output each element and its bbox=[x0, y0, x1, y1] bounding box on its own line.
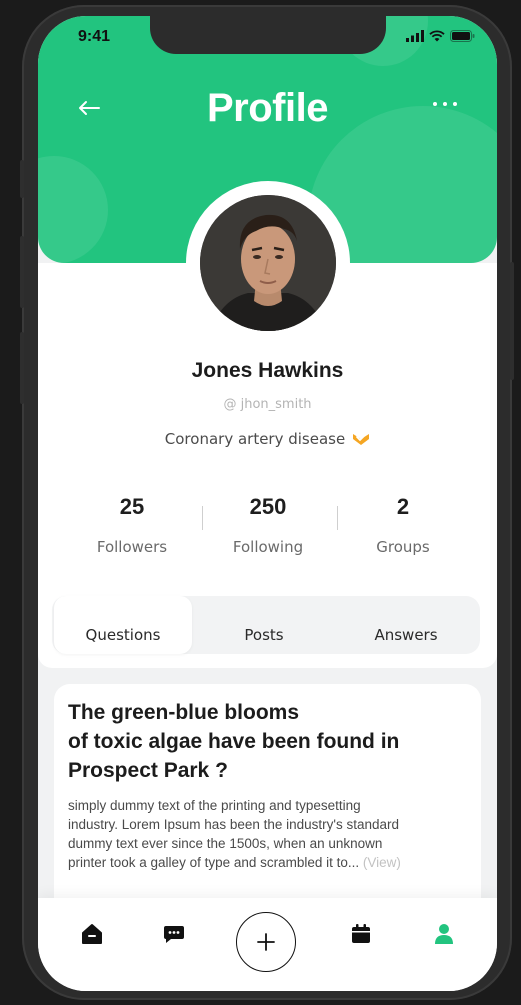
bottom-nav bbox=[38, 898, 497, 991]
question-title: The green-blue blooms of toxic algae hav… bbox=[68, 698, 468, 785]
phone-volume-up bbox=[20, 236, 24, 308]
add-icon bbox=[257, 933, 275, 951]
battery-icon bbox=[450, 30, 475, 42]
phone-mute-switch bbox=[20, 160, 24, 198]
tab-answers[interactable]: Answers bbox=[337, 596, 475, 654]
condition-label: Coronary artery disease bbox=[164, 430, 346, 448]
chat-icon[interactable] bbox=[160, 920, 188, 948]
home-icon[interactable] bbox=[78, 920, 106, 948]
stat-groups[interactable]: 2 Groups bbox=[343, 494, 463, 556]
status-time: 9:41 bbox=[78, 28, 111, 45]
view-link[interactable]: (View) bbox=[363, 855, 401, 870]
phone-power-button bbox=[510, 262, 514, 380]
profile-icon[interactable] bbox=[430, 920, 458, 948]
avatar-frame bbox=[186, 181, 350, 345]
question-title-line: The green-blue blooms bbox=[68, 701, 300, 724]
stat-divider bbox=[337, 506, 338, 530]
avatar[interactable] bbox=[200, 195, 336, 331]
question-excerpt: simply dummy text of the printing and ty… bbox=[68, 796, 468, 872]
verified-badge-icon bbox=[353, 434, 370, 445]
excerpt-line: industry. Lorem Ipsum has been the indus… bbox=[68, 817, 400, 832]
profile-name: Jones Hawkins bbox=[191, 359, 344, 382]
question-title-line: of toxic algae have been found in bbox=[68, 730, 400, 753]
stat-label: Followers bbox=[96, 538, 168, 556]
calendar-icon[interactable] bbox=[347, 920, 375, 948]
signal-icon bbox=[406, 30, 424, 42]
stat-label: Following bbox=[232, 538, 304, 556]
app-screen: 9:41 Profile Jones Hawkins @ jhon_smith … bbox=[38, 16, 497, 991]
stat-value: 250 bbox=[249, 494, 287, 519]
stat-divider bbox=[202, 506, 203, 530]
add-button[interactable] bbox=[236, 912, 296, 972]
header-decoration bbox=[38, 156, 108, 263]
page-title: Profile bbox=[207, 86, 328, 130]
stat-followers[interactable]: 25 Followers bbox=[72, 494, 192, 556]
question-title-line: Prospect Park ? bbox=[68, 759, 228, 782]
wifi-icon bbox=[429, 30, 445, 42]
stat-following[interactable]: 250 Following bbox=[208, 494, 328, 556]
excerpt-line: dummy text ever since the 1500s, when an… bbox=[68, 836, 383, 851]
profile-tabs: Questions Posts Answers bbox=[52, 596, 480, 654]
more-options-icon[interactable] bbox=[433, 102, 457, 106]
excerpt-line: printer took a galley of type and scramb… bbox=[68, 855, 360, 870]
tab-questions[interactable]: Questions bbox=[54, 596, 192, 654]
profile-condition: Coronary artery disease bbox=[38, 430, 497, 448]
excerpt-line: simply dummy text of the printing and ty… bbox=[68, 798, 361, 813]
phone-volume-down bbox=[20, 332, 24, 404]
tab-posts[interactable]: Posts bbox=[195, 596, 333, 654]
stat-value: 25 bbox=[119, 494, 145, 519]
profile-handle: @ jhon_smith bbox=[223, 397, 312, 412]
phone-notch bbox=[150, 16, 386, 54]
stat-value: 2 bbox=[396, 494, 410, 519]
status-icons bbox=[406, 30, 475, 42]
stat-label: Groups bbox=[376, 538, 430, 556]
question-card[interactable]: The green-blue blooms of toxic algae hav… bbox=[54, 684, 481, 914]
